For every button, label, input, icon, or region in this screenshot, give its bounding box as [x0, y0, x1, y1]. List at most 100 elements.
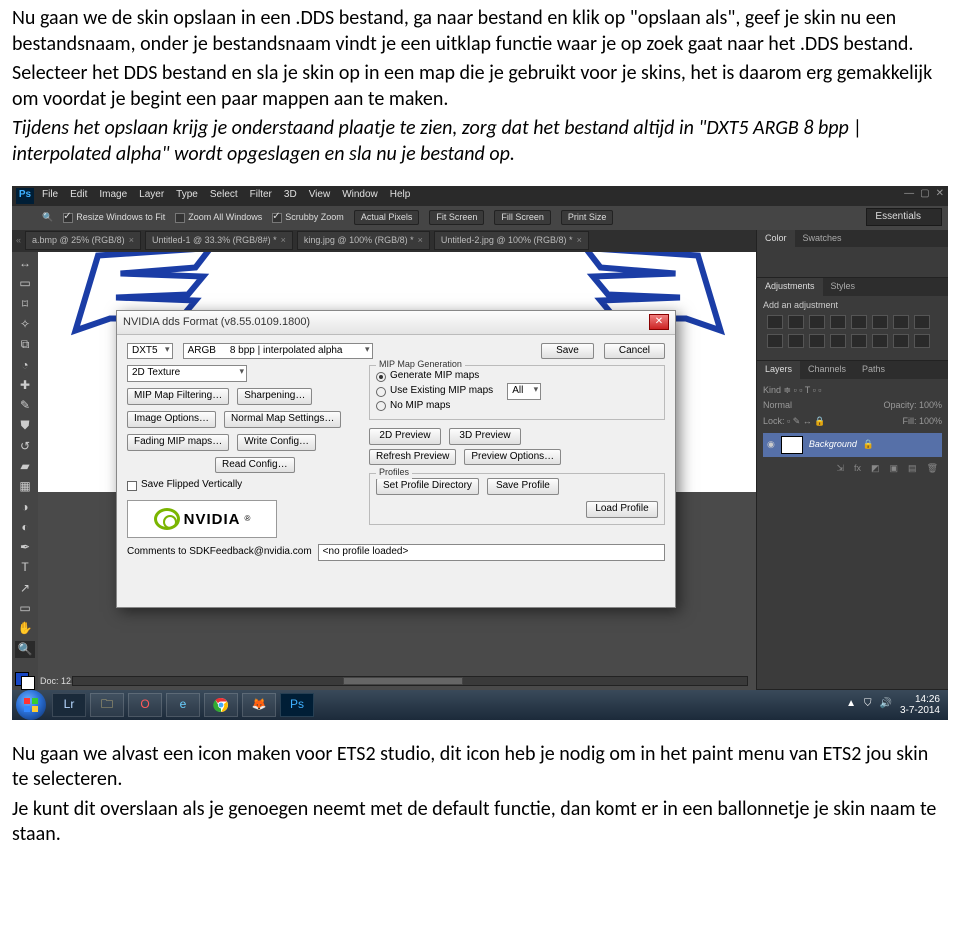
adjustment-icon[interactable]	[830, 315, 846, 329]
load-profile-button[interactable]: Load Profile	[586, 501, 658, 518]
fading-mipmaps-button[interactable]: Fading MIP maps	[127, 434, 229, 451]
menu-filter[interactable]: Filter	[250, 189, 272, 202]
wand-tool-icon[interactable]: ✧	[15, 316, 35, 332]
tray-flag-icon[interactable]: ▲	[846, 698, 856, 711]
visibility-eye-icon[interactable]: ◉	[767, 439, 775, 451]
zoom-all-checkbox[interactable]: Zoom All Windows	[175, 212, 262, 224]
tab-close-icon[interactable]: ×	[129, 235, 134, 245]
zoom-tool-icon[interactable]: 🔍	[15, 641, 35, 657]
doc-tab[interactable]: king.jpg @ 100% (RGB/8) *×	[297, 231, 430, 251]
stamp-tool-icon[interactable]: ⛊	[15, 418, 35, 434]
taskbar-firefox-icon[interactable]: 🦊	[242, 693, 276, 717]
new-layer-icon[interactable]: ▤	[908, 463, 917, 475]
menu-file[interactable]: File	[42, 189, 58, 202]
healing-tool-icon[interactable]: ✚	[15, 377, 35, 393]
taskbar-lightroom-icon[interactable]: Lr	[52, 693, 86, 717]
menu-3d[interactable]: 3D	[284, 189, 297, 202]
trash-icon[interactable]: 🗑	[927, 463, 938, 475]
taskbar-explorer-icon[interactable]: 🗀	[90, 693, 124, 717]
adjustment-icon[interactable]	[851, 315, 867, 329]
tab-styles[interactable]: Styles	[823, 278, 864, 296]
set-profile-dir-button[interactable]: Set Profile Directory	[376, 478, 479, 495]
save-flipped-checkbox[interactable]: Save Flipped Vertically	[127, 479, 355, 492]
write-config-button[interactable]: Write Config	[237, 434, 316, 451]
blend-mode-dropdown[interactable]: Normal	[763, 400, 792, 412]
shape-tool-icon[interactable]: ▭	[15, 601, 35, 617]
move-tool-icon[interactable]: ↔	[15, 256, 35, 272]
menu-type[interactable]: Type	[176, 189, 198, 202]
hand-tool-icon[interactable]: ✋	[15, 621, 35, 637]
mask-icon[interactable]: ◩	[871, 463, 880, 475]
sharpening-button[interactable]: Sharpening	[237, 388, 312, 405]
gradient-tool-icon[interactable]: ▦	[15, 479, 35, 495]
adjustment-icon[interactable]	[914, 315, 930, 329]
no-mipmaps-radio[interactable]: No MIP maps	[376, 400, 658, 413]
preview-options-button[interactable]: Preview Options	[464, 449, 561, 466]
profile-loaded-field[interactable]: <no profile loaded>	[318, 544, 665, 561]
tab-close-icon[interactable]: ×	[418, 235, 423, 245]
tray-volume-icon[interactable]: 🔊	[880, 698, 892, 711]
doc-tab[interactable]: a.bmp @ 25% (RGB/8)×	[25, 231, 141, 251]
image-options-button[interactable]: Image Options	[127, 411, 216, 428]
tab-scroll-left-icon[interactable]: «	[16, 235, 21, 247]
actual-pixels-button[interactable]: Actual Pixels	[354, 210, 420, 226]
adjustment-icon[interactable]	[914, 334, 930, 348]
history-brush-icon[interactable]: ↺	[15, 438, 35, 454]
tray-network-icon[interactable]: ⛉	[864, 698, 872, 711]
workspace-switcher[interactable]: Essentials	[866, 208, 942, 227]
menu-window[interactable]: Window	[342, 189, 378, 202]
format-dxt5-dropdown[interactable]: DXT5	[127, 343, 173, 360]
foreground-background-swatch[interactable]	[15, 672, 35, 690]
scrollbar-thumb[interactable]	[343, 677, 463, 685]
minimize-icon[interactable]: —	[904, 188, 914, 201]
use-existing-mipmaps-radio[interactable]: Use Existing MIP mapsAll	[376, 383, 658, 400]
tab-swatches[interactable]: Swatches	[795, 230, 850, 248]
adjustment-icon[interactable]	[767, 334, 783, 348]
canvas-horizontal-scrollbar[interactable]	[72, 676, 748, 686]
menu-edit[interactable]: Edit	[70, 189, 87, 202]
type-tool-icon[interactable]: T	[15, 560, 35, 576]
scrubby-zoom-checkbox[interactable]: Scrubby Zoom	[272, 212, 344, 224]
adjustment-icon[interactable]	[788, 334, 804, 348]
save-button[interactable]: Save	[541, 343, 594, 360]
adjustment-icon[interactable]	[851, 334, 867, 348]
doc-tab[interactable]: Untitled-1 @ 33.3% (RGB/8#) *×	[145, 231, 293, 251]
dialog-close-icon[interactable]: ✕	[649, 314, 669, 330]
normal-map-settings-button[interactable]: Normal Map Settings	[224, 411, 341, 428]
lasso-tool-icon[interactable]: ⌑	[15, 296, 35, 312]
tab-close-icon[interactable]: ×	[577, 235, 582, 245]
mip-count-dropdown[interactable]: All	[507, 383, 541, 400]
generate-mipmaps-radio[interactable]: Generate MIP maps	[376, 370, 658, 383]
pen-tool-icon[interactable]: ✒	[15, 540, 35, 556]
adjustment-icon[interactable]	[809, 315, 825, 329]
crop-tool-icon[interactable]: ⧉	[15, 337, 35, 353]
menu-select[interactable]: Select	[210, 189, 238, 202]
adjustment-icon[interactable]	[830, 334, 846, 348]
eyedropper-tool-icon[interactable]: ◔	[15, 357, 35, 373]
taskbar-chrome-icon[interactable]	[204, 693, 238, 717]
taskbar-opera-icon[interactable]: O	[128, 693, 162, 717]
fit-screen-button[interactable]: Fit Screen	[429, 210, 484, 226]
taskbar-clock[interactable]: 14:26 3-7-2014	[900, 694, 940, 716]
adjustment-icon[interactable]	[809, 334, 825, 348]
eraser-tool-icon[interactable]: ▰	[15, 459, 35, 475]
taskbar-ie-icon[interactable]: e	[166, 693, 200, 717]
menu-image[interactable]: Image	[99, 189, 127, 202]
cancel-button[interactable]: Cancel	[604, 343, 665, 360]
save-profile-button[interactable]: Save Profile	[487, 478, 559, 495]
marquee-tool-icon[interactable]: ▭	[15, 276, 35, 292]
tab-paths[interactable]: Paths	[854, 361, 893, 379]
maximize-icon[interactable]: ▢	[920, 188, 929, 201]
adjustment-icon[interactable]	[893, 315, 909, 329]
print-size-button[interactable]: Print Size	[561, 210, 614, 226]
3d-preview-button[interactable]: 3D Preview	[449, 428, 521, 445]
tab-adjustments[interactable]: Adjustments	[757, 278, 823, 296]
link-layers-icon[interactable]: ⇲	[836, 463, 844, 475]
format-argb-dropdown[interactable]: ARGB 8 bpp | interpolated alpha	[183, 343, 373, 360]
read-config-button[interactable]: Read Config	[215, 457, 295, 474]
tab-channels[interactable]: Channels	[800, 361, 854, 379]
taskbar-photoshop-icon[interactable]: Ps	[280, 693, 314, 717]
tab-color[interactable]: Color	[757, 230, 795, 248]
adjustment-icon[interactable]	[767, 315, 783, 329]
adjustment-icon[interactable]	[788, 315, 804, 329]
